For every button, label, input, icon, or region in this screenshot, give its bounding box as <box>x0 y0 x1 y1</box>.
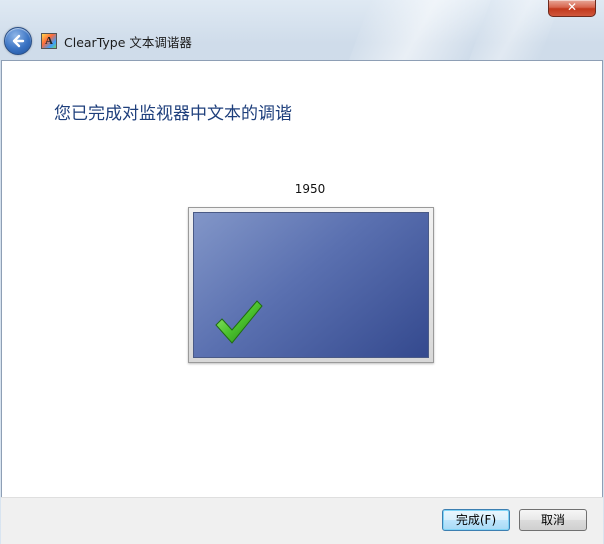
back-button[interactable] <box>4 27 32 55</box>
cleartype-tuner-window: ✕ A ClearType 文本调谐器 您已完成对监视器中文本的调谐 1950 <box>0 0 604 544</box>
title-bar: A ClearType 文本调谐器 <box>4 26 192 56</box>
glass-reflection <box>349 0 491 60</box>
finish-button[interactable]: 完成(F) <box>442 509 510 531</box>
cancel-button[interactable]: 取消 <box>519 509 587 531</box>
cleartype-app-icon: A <box>41 33 57 49</box>
window-title: ClearType 文本调谐器 <box>64 34 192 50</box>
monitor-label: 1950 <box>294 182 326 196</box>
monitor-screen <box>193 212 429 358</box>
close-button[interactable]: ✕ <box>548 0 596 17</box>
page-heading: 您已完成对监视器中文本的调谐 <box>54 104 292 124</box>
monitor-illustration <box>188 207 434 363</box>
checkmark-icon <box>215 300 263 344</box>
dialog-footer: 完成(F) 取消 <box>1 497 603 544</box>
content-panel: 您已完成对监视器中文本的调谐 1950 <box>1 60 603 498</box>
back-arrow-icon <box>12 34 25 48</box>
